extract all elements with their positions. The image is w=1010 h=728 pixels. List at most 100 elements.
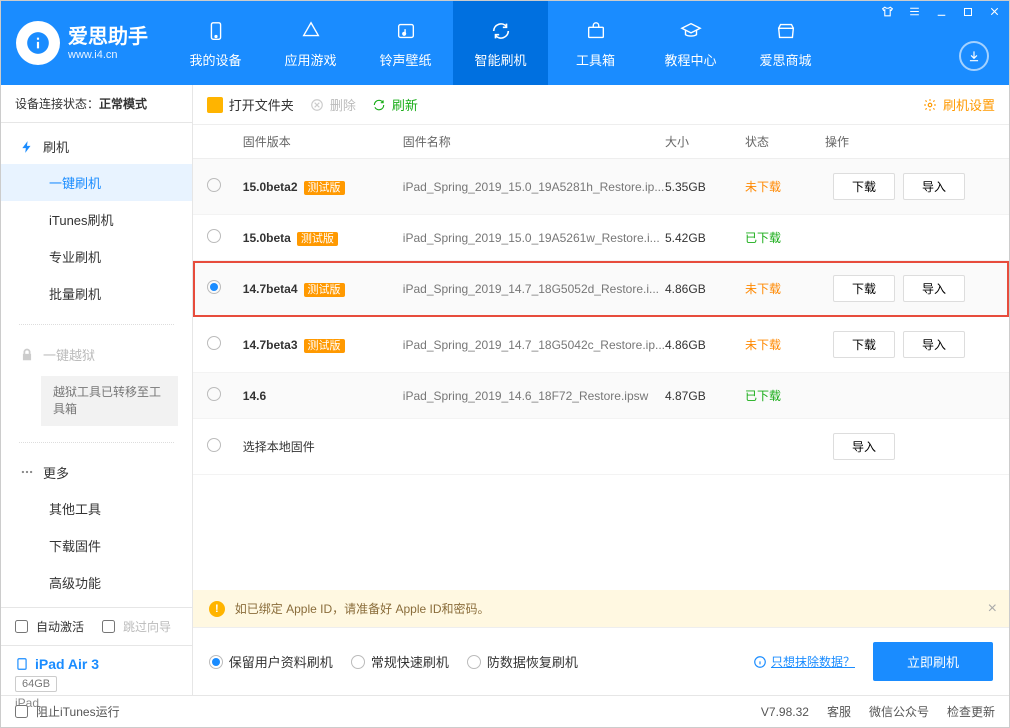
nav-ringtones[interactable]: 铃声壁纸 xyxy=(358,1,453,85)
local-firmware-row[interactable]: 选择本地固件 导入 xyxy=(193,419,1009,475)
nav-label: 教程中心 xyxy=(664,50,716,69)
open-folder-button[interactable]: 打开文件夹 xyxy=(207,95,294,114)
row-radio[interactable] xyxy=(207,280,221,294)
firmware-row[interactable]: 15.0beta2测试版iPad_Spring_2019_15.0_19A528… xyxy=(193,159,1009,215)
header-name[interactable]: 固件名称 xyxy=(403,133,665,150)
erase-data-link[interactable]: 只想抹除数据？ xyxy=(753,653,855,670)
folder-icon xyxy=(207,97,223,113)
firmware-row[interactable]: 15.0beta测试版iPad_Spring_2019_15.0_19A5261… xyxy=(193,215,1009,261)
mode-radio[interactable] xyxy=(467,655,481,669)
download-button[interactable]: 下载 xyxy=(833,173,895,200)
firmware-row[interactable]: 14.6iPad_Spring_2019_14.6_18F72_Restore.… xyxy=(193,373,1009,419)
firmware-status: 未下载 xyxy=(745,280,825,297)
logo-icon xyxy=(16,21,60,65)
flash-icon xyxy=(19,139,35,155)
import-button[interactable]: 导入 xyxy=(903,331,965,358)
warning-bar: ! 如已绑定 Apple ID，请准备好 Apple ID和密码。 × xyxy=(193,590,1009,627)
import-button[interactable]: 导入 xyxy=(833,433,895,460)
sidebar-item-download-firmware[interactable]: 下载固件 xyxy=(1,527,192,564)
sidebar-item-other-tools[interactable]: 其他工具 xyxy=(1,490,192,527)
flash-now-button[interactable]: 立即刷机 xyxy=(873,642,993,681)
firmware-row[interactable]: 14.7beta4测试版iPad_Spring_2019_14.7_18G505… xyxy=(193,261,1009,317)
import-button[interactable]: 导入 xyxy=(903,275,965,302)
gear-icon xyxy=(923,98,937,112)
nav-label: 应用游戏 xyxy=(284,50,336,69)
check-update-link[interactable]: 检查更新 xyxy=(947,703,995,720)
toolbox-icon xyxy=(583,18,609,44)
auto-activate-checkbox[interactable] xyxy=(15,620,28,633)
flash-settings-button[interactable]: 刷机设置 xyxy=(923,95,995,114)
more-icon xyxy=(19,464,35,480)
tablet-icon xyxy=(15,657,29,671)
sidebar-section-flash[interactable]: 刷机 xyxy=(1,129,192,164)
firmware-list: 15.0beta2测试版iPad_Spring_2019_15.0_19A528… xyxy=(193,159,1009,590)
firmware-size: 5.42GB xyxy=(665,231,745,245)
minimize-icon[interactable] xyxy=(935,5,948,18)
customer-service-link[interactable]: 客服 xyxy=(827,703,851,720)
brand-subtitle: www.i4.cn xyxy=(68,49,148,61)
top-nav: 我的设备 应用游戏 铃声壁纸 智能刷机 工具箱 教程中心 爱思商城 xyxy=(168,1,994,85)
appstore-icon xyxy=(298,18,324,44)
mode-radio[interactable] xyxy=(209,655,223,669)
row-radio[interactable] xyxy=(207,438,221,452)
block-itunes-checkbox[interactable] xyxy=(15,705,28,718)
sidebar-section-more[interactable]: 更多 xyxy=(1,455,192,490)
music-icon xyxy=(393,18,419,44)
refresh-button[interactable]: 刷新 xyxy=(372,95,418,114)
download-button[interactable]: 下载 xyxy=(833,331,895,358)
nav-store[interactable]: 爱思商城 xyxy=(738,1,833,85)
download-button[interactable]: 下载 xyxy=(833,275,895,302)
sidebar-item-advanced[interactable]: 高级功能 xyxy=(1,564,192,601)
sidebar-section-jailbreak: 一键越狱 xyxy=(1,337,192,372)
nav-apps[interactable]: 应用游戏 xyxy=(263,1,358,85)
wechat-link[interactable]: 微信公众号 xyxy=(869,703,929,720)
row-radio[interactable] xyxy=(207,336,221,350)
import-button[interactable]: 导入 xyxy=(903,173,965,200)
local-firmware-label: 选择本地固件 xyxy=(243,438,403,455)
sidebar-item-batch-flash[interactable]: 批量刷机 xyxy=(1,275,192,312)
downloads-button[interactable] xyxy=(959,41,989,71)
header-status[interactable]: 状态 xyxy=(745,133,825,150)
sidebar: 设备连接状态：正常模式 刷机 一键刷机 iTunes刷机 专业刷机 批量刷机 一… xyxy=(1,85,193,695)
flash-mode-option[interactable]: 防数据恢复刷机 xyxy=(467,652,578,671)
warning-icon: ! xyxy=(209,601,225,617)
beta-badge: 测试版 xyxy=(297,232,338,246)
sidebar-item-pro-flash[interactable]: 专业刷机 xyxy=(1,238,192,275)
info-icon xyxy=(753,655,767,669)
sidebar-item-itunes-flash[interactable]: iTunes刷机 xyxy=(1,201,192,238)
table-header: 固件版本 固件名称 大小 状态 操作 xyxy=(193,125,1009,159)
menu-icon[interactable] xyxy=(908,5,921,18)
close-icon[interactable] xyxy=(988,5,1001,18)
firmware-version: 14.6 xyxy=(243,389,266,403)
firmware-size: 5.35GB xyxy=(665,180,745,194)
header-version[interactable]: 固件版本 xyxy=(243,133,403,150)
firmware-row[interactable]: 14.7beta3测试版iPad_Spring_2019_14.7_18G504… xyxy=(193,317,1009,373)
header-size[interactable]: 大小 xyxy=(665,133,745,150)
row-radio[interactable] xyxy=(207,387,221,401)
mode-radio[interactable] xyxy=(351,655,365,669)
firmware-status: 未下载 xyxy=(745,336,825,353)
maximize-icon[interactable] xyxy=(962,5,974,18)
firmware-status: 未下载 xyxy=(745,178,825,195)
lock-icon xyxy=(19,347,35,363)
nav-toolbox[interactable]: 工具箱 xyxy=(548,1,643,85)
skip-guide-checkbox[interactable] xyxy=(102,620,115,633)
row-radio[interactable] xyxy=(207,178,221,192)
firmware-version: 14.7beta3 xyxy=(243,338,298,352)
nav-flash[interactable]: 智能刷机 xyxy=(453,1,548,85)
block-itunes-label: 阻止iTunes运行 xyxy=(36,703,120,720)
firmware-size: 4.86GB xyxy=(665,282,745,296)
flash-mode-option[interactable]: 常规快速刷机 xyxy=(351,652,449,671)
sidebar-options: 自动激活 跳过向导 xyxy=(1,608,192,645)
tshirt-icon[interactable] xyxy=(881,5,894,18)
delete-button[interactable]: 删除 xyxy=(310,95,356,114)
row-radio[interactable] xyxy=(207,229,221,243)
nav-label: 我的设备 xyxy=(189,50,241,69)
nav-my-device[interactable]: 我的设备 xyxy=(168,1,263,85)
firmware-size: 4.86GB xyxy=(665,338,745,352)
nav-tutorials[interactable]: 教程中心 xyxy=(643,1,738,85)
close-warning-button[interactable]: × xyxy=(988,600,997,618)
auto-activate-label: 自动激活 xyxy=(36,618,84,635)
sidebar-item-oneclick-flash[interactable]: 一键刷机 xyxy=(1,164,192,201)
flash-mode-option[interactable]: 保留用户资料刷机 xyxy=(209,652,333,671)
